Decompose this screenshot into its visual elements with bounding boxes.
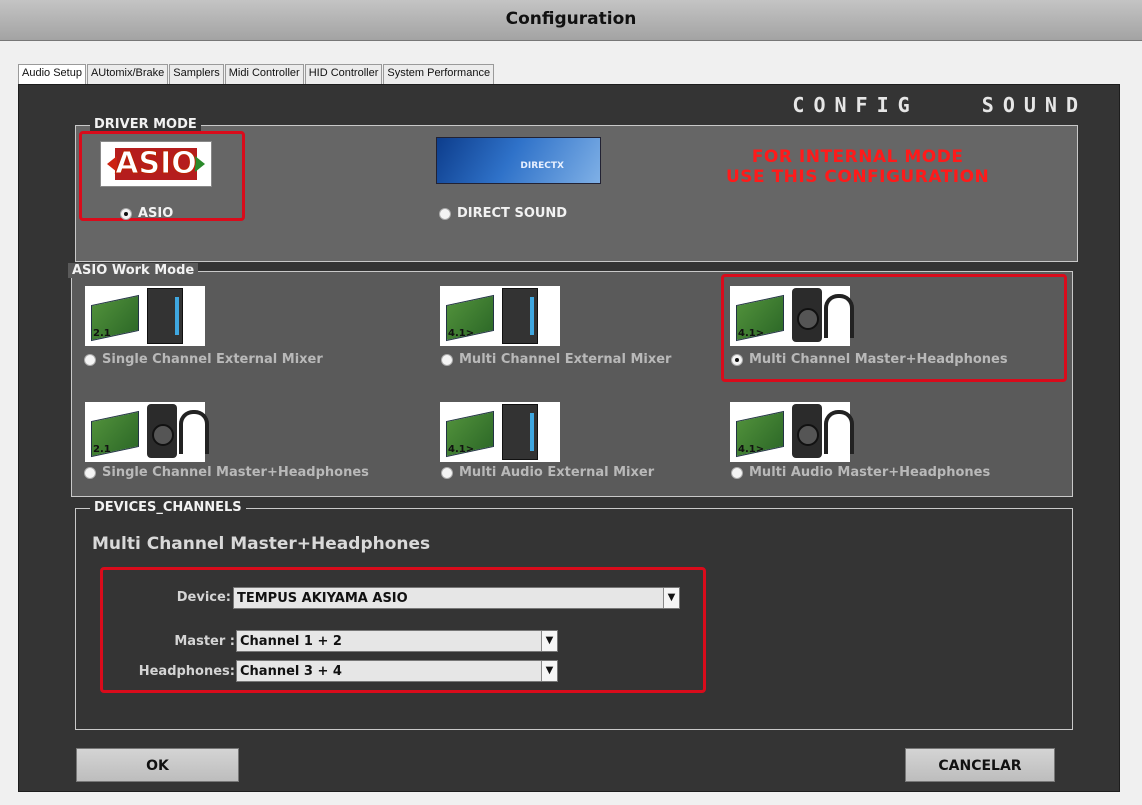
asio-work-mode-group: ASIO Work Mode 2.1 Single Channel Extern… bbox=[68, 263, 1073, 497]
asio-logo-text: ASIO bbox=[115, 146, 198, 182]
radio-empty-icon bbox=[84, 466, 96, 479]
chevron-down-icon[interactable]: ▼ bbox=[663, 588, 679, 608]
cancel-button[interactable]: CANCELAR bbox=[905, 748, 1055, 782]
mode-image-multi-master-headphones[interactable]: 4.1> bbox=[730, 286, 854, 346]
mixer-icon bbox=[147, 288, 183, 344]
speaker-icon bbox=[147, 404, 177, 458]
mode-multi-audio-external-mixer-radio[interactable]: Multi Audio External Mixer bbox=[441, 465, 654, 480]
master-channel-value: Channel 1 + 2 bbox=[240, 634, 342, 649]
chevron-down-icon[interactable]: ▼ bbox=[541, 631, 557, 651]
radio-selected-icon bbox=[120, 207, 132, 220]
tab-automix-brake[interactable]: AUtomix/Brake bbox=[86, 64, 169, 84]
device-select[interactable]: TEMPUS AKIYAMA ASIO ▼ bbox=[233, 587, 680, 609]
asio-logo[interactable]: ASIO bbox=[100, 141, 212, 187]
headphones-channel-select[interactable]: Channel 3 + 4 ▼ bbox=[236, 660, 558, 682]
driver-asio-label: ASIO bbox=[138, 206, 174, 221]
tab-samplers[interactable]: Samplers bbox=[169, 64, 224, 84]
mode-single-master-headphones-radio[interactable]: Single Channel Master+Headphones bbox=[84, 465, 369, 480]
mode-image-multi-audio-external-mixer[interactable]: 4.1> bbox=[440, 402, 560, 462]
asio-work-mode-legend: ASIO Work Mode bbox=[68, 263, 199, 278]
tab-midi-controller[interactable]: Midi Controller bbox=[224, 64, 304, 84]
driver-directsound-label: DIRECT SOUND bbox=[457, 206, 568, 221]
tab-system-performance[interactable]: System Performance bbox=[383, 64, 495, 84]
mode-image-multi-audio-master-headphones[interactable]: 4.1> bbox=[730, 402, 854, 462]
devices-channels-legend: DEVICES_CHANNELS bbox=[90, 500, 246, 515]
device-label: Device: bbox=[176, 590, 231, 605]
driver-directsound-radio[interactable]: DIRECT SOUND bbox=[439, 206, 567, 221]
tab-bar: Audio Setup AUtomix/Brake Samplers Midi … bbox=[18, 64, 495, 85]
radio-selected-icon bbox=[731, 353, 743, 366]
window-title: Configuration bbox=[505, 9, 637, 29]
driver-mode-group: DRIVER MODE ASIO ASIO DIRECTX DIRECT SOU… bbox=[75, 117, 1078, 262]
directx-logo-text: DIRECTX bbox=[520, 161, 564, 171]
ok-button[interactable]: OK bbox=[76, 748, 239, 782]
radio-empty-icon bbox=[441, 466, 453, 479]
radio-empty-icon bbox=[439, 207, 451, 220]
radio-empty-icon bbox=[84, 353, 96, 366]
headphones-icon bbox=[179, 410, 209, 454]
title-bar: Configuration bbox=[0, 0, 1142, 41]
selected-mode-title: Multi Channel Master+Headphones bbox=[92, 534, 431, 554]
mixer-icon bbox=[502, 288, 538, 344]
driver-asio-radio[interactable]: ASIO bbox=[120, 206, 173, 221]
master-channel-select[interactable]: Channel 1 + 2 ▼ bbox=[236, 630, 558, 652]
tab-audio-setup[interactable]: Audio Setup bbox=[18, 64, 86, 85]
mode-image-multi-external-mixer[interactable]: 4.1> bbox=[440, 286, 560, 346]
speaker-icon bbox=[792, 288, 822, 342]
radio-empty-icon bbox=[441, 353, 453, 366]
headphones-icon bbox=[824, 410, 854, 454]
mixer-icon bbox=[502, 404, 538, 460]
mode-image-single-external-mixer[interactable]: 2.1 bbox=[85, 286, 205, 346]
device-select-value: TEMPUS AKIYAMA ASIO bbox=[237, 591, 408, 606]
devices-channels-group: DEVICES_CHANNELS Multi Channel Master+He… bbox=[75, 500, 1073, 730]
directx-logo[interactable]: DIRECTX bbox=[436, 137, 601, 184]
tab-hid-controller[interactable]: HID Controller bbox=[304, 64, 383, 84]
mode-multi-master-headphones-radio[interactable]: Multi Channel Master+Headphones bbox=[731, 352, 1008, 367]
chevron-down-icon[interactable]: ▼ bbox=[541, 661, 557, 681]
headphones-icon bbox=[824, 294, 854, 338]
radio-empty-icon bbox=[731, 466, 743, 479]
mode-image-single-master-headphones[interactable]: 2.1 bbox=[85, 402, 209, 462]
internal-mode-warning: FOR INTERNAL MODE USE THIS CONFIGURATION bbox=[726, 147, 990, 187]
audio-setup-panel: CONFIG SOUND DRIVER MODE ASIO ASIO DIREC… bbox=[18, 84, 1120, 792]
driver-mode-legend: DRIVER MODE bbox=[90, 117, 201, 132]
mode-multi-external-mixer-radio[interactable]: Multi Channel External Mixer bbox=[441, 352, 671, 367]
config-sound-heading: CONFIG SOUND bbox=[792, 93, 1087, 117]
speaker-icon bbox=[792, 404, 822, 458]
mode-multi-audio-master-headphones-radio[interactable]: Multi Audio Master+Headphones bbox=[731, 465, 990, 480]
headphones-label: Headphones: bbox=[138, 664, 235, 679]
headphones-channel-value: Channel 3 + 4 bbox=[240, 664, 342, 679]
mode-single-external-mixer-radio[interactable]: Single Channel External Mixer bbox=[84, 352, 323, 367]
master-label: Master : bbox=[174, 634, 235, 649]
